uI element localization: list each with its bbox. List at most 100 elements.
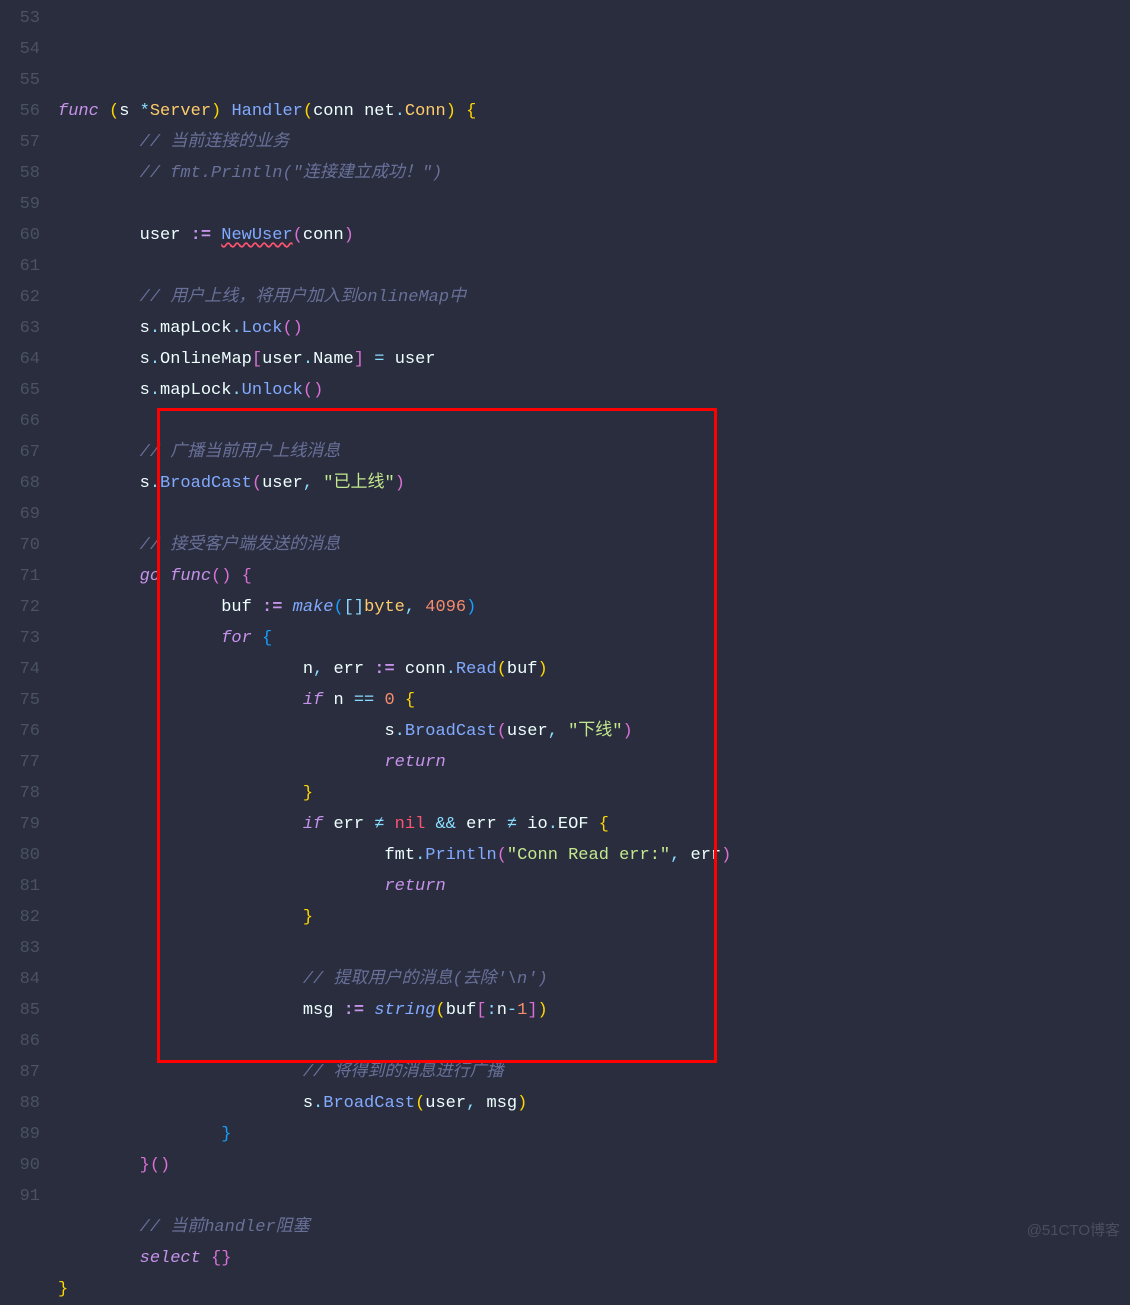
line-number: 74 bbox=[8, 654, 40, 685]
code-line[interactable]: // 用户上线，将用户加入到onlineMap中 bbox=[58, 282, 731, 313]
code-line[interactable]: s.mapLock.Lock() bbox=[58, 313, 731, 344]
line-number: 83 bbox=[8, 933, 40, 964]
code-line[interactable]: msg := string(buf[:n-1]) bbox=[58, 995, 731, 1026]
token: ) bbox=[395, 474, 405, 493]
token: // 接受客户端发送的消息 bbox=[140, 536, 341, 555]
code-line[interactable]: buf := make([]byte, 4096) bbox=[58, 592, 731, 623]
token: * bbox=[140, 102, 150, 121]
line-number: 82 bbox=[8, 902, 40, 933]
code-line[interactable] bbox=[58, 189, 731, 220]
line-number: 55 bbox=[8, 65, 40, 96]
code-line[interactable]: } bbox=[58, 902, 731, 933]
token: = bbox=[364, 350, 395, 369]
token: ( bbox=[252, 474, 262, 493]
token: io bbox=[517, 815, 548, 834]
token: ( bbox=[293, 226, 303, 245]
token: { bbox=[395, 691, 415, 710]
code-line[interactable] bbox=[58, 1181, 731, 1212]
token: 1 bbox=[517, 1001, 527, 1020]
token: buf bbox=[446, 1001, 477, 1020]
code-line[interactable]: if n == 0 { bbox=[58, 685, 731, 716]
code-line[interactable]: s.mapLock.Unlock() bbox=[58, 375, 731, 406]
token: err bbox=[333, 815, 374, 834]
code-line[interactable]: go func() { bbox=[58, 561, 731, 592]
code-editor[interactable]: 5354555657585960616263646566676869707172… bbox=[0, 0, 1130, 1248]
token: () bbox=[211, 567, 242, 586]
token: user bbox=[507, 722, 548, 741]
code-line[interactable] bbox=[58, 251, 731, 282]
token: ) bbox=[538, 660, 548, 679]
code-line[interactable]: } bbox=[58, 1274, 731, 1305]
code-line[interactable]: for { bbox=[58, 623, 731, 654]
line-number-gutter: 5354555657585960616263646566676869707172… bbox=[0, 0, 52, 1248]
code-line[interactable] bbox=[58, 1026, 731, 1057]
token: { bbox=[242, 567, 252, 586]
code-area[interactable]: func (s *Server) Handler(conn net.Conn) … bbox=[52, 0, 731, 1248]
token: // 广播当前用户上线消息 bbox=[140, 443, 341, 462]
code-line[interactable]: // 提取用户的消息(去除'\n') bbox=[58, 964, 731, 995]
token: BroadCast bbox=[323, 1094, 415, 1113]
token: ) bbox=[623, 722, 633, 741]
token: , bbox=[548, 722, 568, 741]
code-line[interactable]: }() bbox=[58, 1150, 731, 1181]
code-line[interactable] bbox=[58, 406, 731, 437]
code-line[interactable]: if err ≠ nil && err ≠ io.EOF { bbox=[58, 809, 731, 840]
token: Println bbox=[425, 846, 496, 865]
token: s bbox=[140, 350, 150, 369]
line-number: 60 bbox=[8, 220, 40, 251]
token: return bbox=[384, 753, 445, 772]
token: := bbox=[262, 598, 282, 617]
token bbox=[282, 598, 292, 617]
line-number: 58 bbox=[8, 158, 40, 189]
code-line[interactable]: s.BroadCast(user, msg) bbox=[58, 1088, 731, 1119]
token: () bbox=[150, 1156, 170, 1175]
line-number: 87 bbox=[8, 1057, 40, 1088]
code-line[interactable]: func (s *Server) Handler(conn net.Conn) … bbox=[58, 96, 731, 127]
code-line[interactable]: s.BroadCast(user, "下线") bbox=[58, 716, 731, 747]
token: := bbox=[191, 226, 211, 245]
code-line[interactable]: // 当前连接的业务 bbox=[58, 127, 731, 158]
code-line[interactable]: // 接受客户端发送的消息 bbox=[58, 530, 731, 561]
token: func bbox=[170, 567, 211, 586]
token: err bbox=[691, 846, 722, 865]
code-line[interactable]: // 广播当前用户上线消息 bbox=[58, 437, 731, 468]
code-line[interactable]: fmt.Println("Conn Read err:", err) bbox=[58, 840, 731, 871]
token: return bbox=[384, 877, 445, 896]
token: "已上线" bbox=[323, 474, 394, 493]
code-line[interactable]: // 当前handler阻塞 bbox=[58, 1212, 731, 1243]
token: s bbox=[119, 102, 139, 121]
token: user bbox=[262, 474, 303, 493]
code-line[interactable]: s.OnlineMap[user.Name] = user bbox=[58, 344, 731, 375]
code-line[interactable]: } bbox=[58, 778, 731, 809]
code-line[interactable]: } bbox=[58, 1119, 731, 1150]
token: net bbox=[364, 102, 395, 121]
token: ) bbox=[446, 102, 466, 121]
token: ) bbox=[466, 598, 476, 617]
token: ) bbox=[538, 1001, 548, 1020]
token: fmt bbox=[384, 846, 415, 865]
token: // 当前连接的业务 bbox=[140, 133, 290, 152]
token: ) bbox=[517, 1094, 527, 1113]
token: user bbox=[140, 226, 191, 245]
token: } bbox=[58, 1280, 68, 1299]
code-line[interactable]: // fmt.Println("连接建立成功！") bbox=[58, 158, 731, 189]
token: . bbox=[313, 1094, 323, 1113]
code-line[interactable]: user := NewUser(conn) bbox=[58, 220, 731, 251]
token: mapLock bbox=[160, 319, 231, 338]
token: ≠ bbox=[507, 815, 517, 834]
line-number: 81 bbox=[8, 871, 40, 902]
token: Server bbox=[150, 102, 211, 121]
code-line[interactable] bbox=[58, 499, 731, 530]
code-line[interactable] bbox=[58, 933, 731, 964]
token: . bbox=[303, 350, 313, 369]
code-line[interactable]: n, err := conn.Read(buf) bbox=[58, 654, 731, 685]
code-line[interactable]: s.BroadCast(user, "已上线") bbox=[58, 468, 731, 499]
code-line[interactable]: // 将得到的消息进行广播 bbox=[58, 1057, 731, 1088]
code-line[interactable]: return bbox=[58, 871, 731, 902]
token: Handler bbox=[231, 102, 302, 121]
code-line[interactable]: return bbox=[58, 747, 731, 778]
token: Read bbox=[456, 660, 497, 679]
token: { bbox=[589, 815, 609, 834]
token: if bbox=[303, 815, 334, 834]
line-number: 59 bbox=[8, 189, 40, 220]
